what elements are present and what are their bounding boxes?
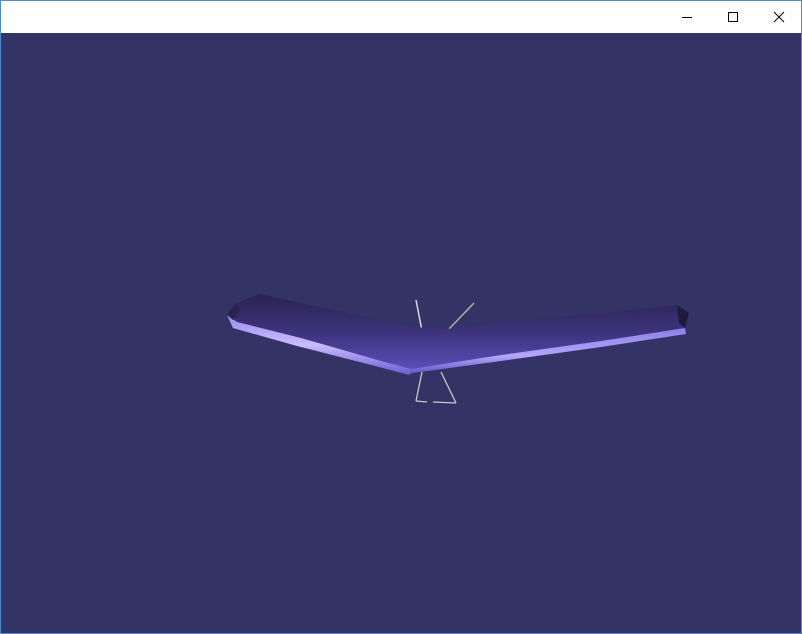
close-icon xyxy=(773,11,785,23)
scene-canvas xyxy=(227,294,689,404)
hang-glider xyxy=(227,294,689,404)
maximize-icon xyxy=(728,12,738,22)
maximize-button[interactable] xyxy=(710,1,756,33)
minimize-button[interactable] xyxy=(664,1,710,33)
title-bar[interactable] xyxy=(1,1,801,33)
3d-viewport[interactable] xyxy=(1,33,801,633)
close-button[interactable] xyxy=(756,1,801,33)
wing-surface xyxy=(227,294,689,369)
control-frame xyxy=(415,371,457,404)
app-window xyxy=(0,0,802,634)
kingpost-strut-rear xyxy=(448,302,475,330)
minimize-icon xyxy=(682,17,692,18)
